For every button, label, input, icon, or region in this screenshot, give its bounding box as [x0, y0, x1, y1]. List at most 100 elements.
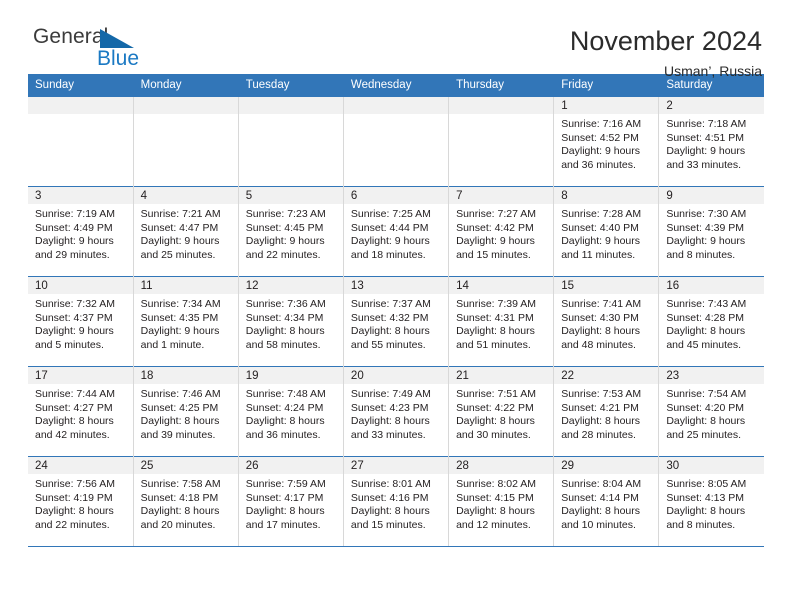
day-sun-info: Sunrise: 7:34 AM Sunset: 4:35 PM Daylight:… [134, 294, 238, 352]
daylight-text: Daylight: 9 hours and 22 minutes. [245, 235, 325, 261]
calendar-day-cell[interactable]: 26 Sunrise: 7:59 AM Sunset: 4:17 PM Dayligh… [238, 456, 344, 547]
calendar-cell-empty [343, 96, 450, 187]
sunset-text: Sunset: 4:40 PM [561, 221, 639, 234]
sunset-text: Sunset: 4:23 PM [350, 401, 429, 414]
sunset-text: Sunset: 4:47 PM [140, 221, 219, 234]
daylight-text: Daylight: 8 hours and 22 minutes. [35, 505, 114, 531]
calendar-body: 1 Sunrise: 7:16 AM Sunset: 4:52 PM Daylight… [28, 96, 764, 547]
calendar-day-cell[interactable]: 24 Sunrise: 7:56 AM Sunset: 4:19 PM Dayligh… [28, 456, 134, 547]
calendar-day-cell[interactable]: 3 Sunrise: 7:19 AM Sunset: 4:49 PM Daylight… [28, 186, 134, 277]
calendar-day-cell[interactable]: 20 Sunrise: 7:49 AM Sunset: 4:23 PM Dayligh… [343, 366, 450, 457]
day-number: 23 [659, 367, 764, 384]
sunrise-text: Sunrise: 7:53 AM [561, 388, 642, 400]
calendar-day-cell[interactable]: 5 Sunrise: 7:23 AM Sunset: 4:45 PM Daylight… [238, 186, 344, 277]
sunset-text: Sunset: 4:24 PM [245, 401, 324, 414]
calendar-day-cell[interactable]: 18 Sunrise: 7:46 AM Sunset: 4:25 PM Dayligh… [133, 366, 239, 457]
sunrise-text: Sunrise: 7:48 AM [245, 388, 326, 400]
calendar-day-cell[interactable]: 30 Sunrise: 8:05 AM Sunset: 4:13 PM Dayligh… [658, 456, 764, 547]
daylight-text: Daylight: 8 hours and 8 minutes. [666, 505, 746, 531]
calendar-day-cell[interactable]: 12 Sunrise: 7:36 AM Sunset: 4:34 PM Dayligh… [238, 276, 344, 367]
calendar-day-cell[interactable]: 7 Sunrise: 7:27 AM Sunset: 4:42 PM Daylight… [448, 186, 555, 277]
calendar-day-cell[interactable]: 16 Sunrise: 7:43 AM Sunset: 4:28 PM Dayligh… [658, 276, 764, 367]
daylight-text: Daylight: 9 hours and 33 minutes. [666, 145, 746, 171]
calendar-day-cell[interactable]: 15 Sunrise: 7:41 AM Sunset: 4:30 PM Dayligh… [553, 276, 660, 367]
calendar-day-cell[interactable]: 21 Sunrise: 7:51 AM Sunset: 4:22 PM Dayligh… [448, 366, 555, 457]
sunrise-text: Sunrise: 7:27 AM [456, 208, 537, 220]
sunset-text: Sunset: 4:44 PM [350, 221, 429, 234]
calendar-day-cell[interactable]: 29 Sunrise: 8:04 AM Sunset: 4:14 PM Dayligh… [553, 456, 660, 547]
day-number [133, 97, 238, 114]
calendar-day-cell[interactable]: 8 Sunrise: 7:28 AM Sunset: 4:40 PM Daylight… [553, 186, 660, 277]
calendar-day-cell[interactable]: 23 Sunrise: 7:54 AM Sunset: 4:20 PM Dayligh… [658, 366, 764, 457]
day-sun-info: Sunrise: 8:01 AM Sunset: 4:16 PM Daylight:… [344, 474, 448, 532]
daylight-text: Daylight: 8 hours and 36 minutes. [245, 415, 325, 441]
calendar-day-cell[interactable]: 9 Sunrise: 7:30 AM Sunset: 4:39 PM Daylight… [658, 186, 764, 277]
calendar-day-cell[interactable]: 22 Sunrise: 7:53 AM Sunset: 4:21 PM Dayligh… [553, 366, 660, 457]
daylight-text: Daylight: 8 hours and 55 minutes. [350, 325, 430, 351]
day-number: 29 [554, 457, 659, 474]
day-number: 14 [449, 277, 554, 294]
sunset-text: Sunset: 4:32 PM [350, 311, 429, 324]
daylight-text: Daylight: 9 hours and 5 minutes. [35, 325, 114, 351]
calendar-day-cell[interactable]: 14 Sunrise: 7:39 AM Sunset: 4:31 PM Dayligh… [448, 276, 555, 367]
day-sun-info: Sunrise: 7:41 AM Sunset: 4:30 PM Daylight:… [554, 294, 658, 352]
day-number: 4 [133, 187, 238, 204]
sunrise-text: Sunrise: 7:23 AM [245, 208, 326, 220]
day-sun-info: Sunrise: 7:51 AM Sunset: 4:22 PM Daylight:… [449, 384, 553, 442]
day-sun-info: Sunrise: 7:18 AM Sunset: 4:51 PM Daylight:… [659, 114, 764, 172]
calendar-day-cell[interactable]: 17 Sunrise: 7:44 AM Sunset: 4:27 PM Dayligh… [28, 366, 134, 457]
sunset-text: Sunset: 4:49 PM [35, 221, 113, 234]
calendar-day-cell[interactable]: 1 Sunrise: 7:16 AM Sunset: 4:52 PM Daylight… [553, 96, 660, 187]
daylight-text: Daylight: 8 hours and 12 minutes. [456, 505, 535, 531]
daylight-text: Daylight: 8 hours and 17 minutes. [245, 505, 325, 531]
general-blue-logo[interactable]: General Blue [28, 26, 145, 72]
daylight-text: Daylight: 8 hours and 39 minutes. [140, 415, 220, 441]
day-sun-info: Sunrise: 7:44 AM Sunset: 4:27 PM Daylight:… [28, 384, 133, 442]
day-sun-info: Sunrise: 7:59 AM Sunset: 4:17 PM Daylight:… [239, 474, 343, 532]
sunrise-text: Sunrise: 8:01 AM [350, 478, 431, 490]
calendar-day-cell[interactable]: 25 Sunrise: 7:58 AM Sunset: 4:18 PM Dayligh… [133, 456, 239, 547]
sunset-text: Sunset: 4:52 PM [561, 131, 639, 144]
sunrise-text: Sunrise: 7:25 AM [350, 208, 431, 220]
day-number [238, 97, 343, 114]
weekday-header-sunday: Sunday [28, 74, 134, 97]
sunrise-text: Sunrise: 7:59 AM [245, 478, 326, 490]
sunrise-text: Sunrise: 7:32 AM [35, 298, 115, 310]
day-sun-info: Sunrise: 7:32 AM Sunset: 4:37 PM Daylight:… [28, 294, 133, 352]
calendar-day-cell[interactable]: 19 Sunrise: 7:48 AM Sunset: 4:24 PM Dayligh… [238, 366, 344, 457]
day-number: 12 [238, 277, 343, 294]
day-sun-info: Sunrise: 7:30 AM Sunset: 4:39 PM Daylight:… [659, 204, 764, 262]
calendar-week-row: 3 Sunrise: 7:19 AM Sunset: 4:49 PM Daylight… [28, 186, 764, 277]
day-sun-info: Sunrise: 7:54 AM Sunset: 4:20 PM Daylight:… [659, 384, 764, 442]
calendar-cell-empty [133, 96, 239, 187]
day-number: 16 [659, 277, 764, 294]
day-number: 17 [28, 367, 133, 384]
day-number [449, 97, 554, 114]
daylight-text: Daylight: 9 hours and 8 minutes. [666, 235, 746, 261]
day-number: 11 [133, 277, 238, 294]
calendar-day-cell[interactable]: 2 Sunrise: 7:18 AM Sunset: 4:51 PM Daylight… [658, 96, 764, 187]
sunrise-text: Sunrise: 8:04 AM [561, 478, 642, 490]
day-sun-info: Sunrise: 7:21 AM Sunset: 4:47 PM Daylight:… [134, 204, 238, 262]
calendar-day-cell[interactable]: 27 Sunrise: 8:01 AM Sunset: 4:16 PM Dayligh… [343, 456, 450, 547]
calendar-day-cell[interactable]: 6 Sunrise: 7:25 AM Sunset: 4:44 PM Daylight… [343, 186, 450, 277]
calendar-day-cell[interactable]: 10 Sunrise: 7:32 AM Sunset: 4:37 PM Dayligh… [28, 276, 134, 367]
calendar-week-row: 24 Sunrise: 7:56 AM Sunset: 4:19 PM Dayligh… [28, 456, 764, 547]
calendar-day-cell[interactable]: 11 Sunrise: 7:34 AM Sunset: 4:35 PM Dayligh… [133, 276, 239, 367]
day-number: 21 [449, 367, 554, 384]
sunset-text: Sunset: 4:25 PM [140, 401, 219, 414]
calendar-day-cell[interactable]: 28 Sunrise: 8:02 AM Sunset: 4:15 PM Dayligh… [448, 456, 555, 547]
day-sun-info: Sunrise: 7:43 AM Sunset: 4:28 PM Daylight:… [659, 294, 764, 352]
day-sun-info: Sunrise: 7:16 AM Sunset: 4:52 PM Daylight:… [554, 114, 658, 172]
sunset-text: Sunset: 4:17 PM [245, 491, 324, 504]
calendar-day-cell[interactable]: 13 Sunrise: 7:37 AM Sunset: 4:32 PM Dayligh… [343, 276, 450, 367]
sunset-text: Sunset: 4:21 PM [561, 401, 639, 414]
day-number: 13 [343, 277, 449, 294]
sunset-text: Sunset: 4:20 PM [666, 401, 744, 414]
day-number: 7 [449, 187, 554, 204]
calendar-day-cell[interactable]: 4 Sunrise: 7:21 AM Sunset: 4:47 PM Daylight… [133, 186, 239, 277]
sunset-text: Sunset: 4:18 PM [140, 491, 219, 504]
sunset-text: Sunset: 4:15 PM [456, 491, 534, 504]
sunrise-text: Sunrise: 7:41 AM [561, 298, 642, 310]
daylight-text: Daylight: 9 hours and 36 minutes. [561, 145, 640, 171]
